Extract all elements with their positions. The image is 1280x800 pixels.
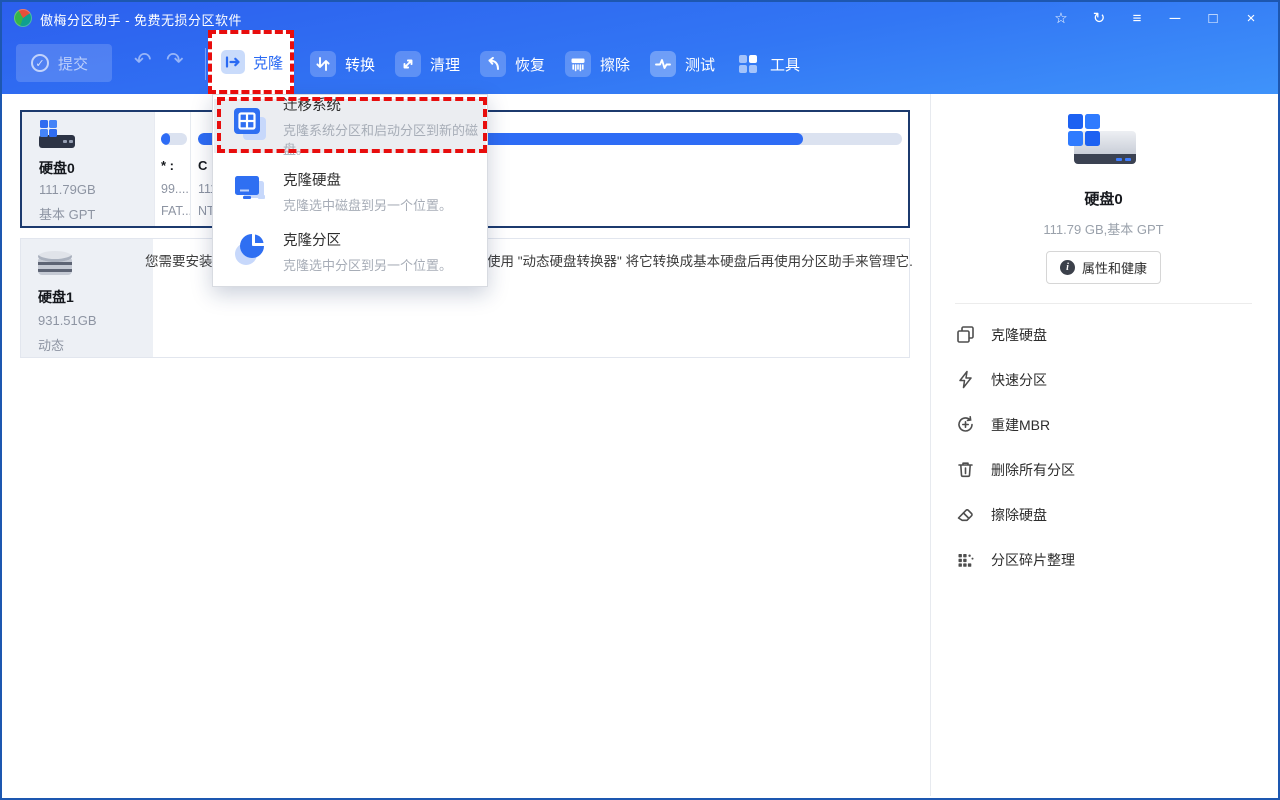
- info-icon: i: [1060, 260, 1075, 275]
- disk1-name: 硬盘1: [38, 287, 74, 307]
- partition-block[interactable]: * : 99.... FAT...: [154, 112, 190, 226]
- toolbar-clone-label: 克隆: [253, 52, 283, 73]
- erase-icon: [565, 51, 591, 77]
- menu-item-desc: 克隆选中分区到另一个位置。: [283, 255, 452, 274]
- delete-partitions-icon: [955, 460, 975, 480]
- convert-icon: [310, 51, 336, 77]
- sidebar-item-delete-all-partitions[interactable]: 删除所有分区: [955, 447, 1252, 492]
- toolbar-tools-label: 工具: [770, 54, 800, 75]
- menu-item-title: 迁移系统: [283, 94, 486, 115]
- sidebar-item-label: 克隆硬盘: [991, 325, 1047, 345]
- toolbar-recover-label: 恢复: [515, 54, 545, 75]
- sidebar: 硬盘0 111.79 GB,基本 GPT i 属性和健康 克隆硬盘: [930, 94, 1276, 796]
- disk0-type: 基本 GPT: [39, 204, 95, 223]
- disk0-info-block[interactable]: 硬盘0 111.79GB 基本 GPT: [22, 112, 154, 226]
- properties-health-button[interactable]: i 属性和健康: [1046, 251, 1161, 284]
- sidebar-item-rebuild-mbr[interactable]: 重建MBR: [955, 402, 1252, 447]
- toolbar-test-label: 测试: [685, 54, 715, 75]
- sidebar-item-quick-partition[interactable]: 快速分区: [955, 357, 1252, 402]
- submit-button[interactable]: ✓ 提交: [16, 44, 112, 82]
- menu-icon[interactable]: ≡: [1118, 6, 1156, 30]
- clone-disk-icon: [955, 325, 975, 345]
- recover-icon: [480, 51, 506, 77]
- disk0-name: 硬盘0: [39, 158, 75, 178]
- toolbar-clone-button[interactable]: 克隆: [208, 30, 294, 94]
- toolbar-cleanup-button[interactable]: 清理: [395, 49, 460, 79]
- clone-arrow-icon: [221, 50, 245, 74]
- menu-item-desc: 克隆选中磁盘到另一个位置。: [283, 195, 452, 214]
- window-controls: ☆ ↻ ≡ ─ □ ×: [1042, 6, 1270, 30]
- rebuild-mbr-icon: [955, 415, 975, 435]
- toolbar-test-button[interactable]: 测试: [650, 49, 715, 79]
- menu-item-clone-disk[interactable]: 克隆硬盘 克隆选中磁盘到另一个位置。: [214, 163, 486, 219]
- test-icon: [650, 51, 676, 77]
- sidebar-item-defrag[interactable]: 分区碎片整理: [955, 537, 1252, 582]
- migrate-system-icon: [232, 106, 268, 147]
- sidebar-item-wipe-disk[interactable]: 擦除硬盘: [955, 492, 1252, 537]
- partition-size: 99....: [161, 182, 189, 196]
- dynamic-disk-icon: [38, 251, 72, 277]
- app-window: 傲梅分区助手 - 免费无损分区软件 ☆ ↻ ≡ ─ □ × ✓ 提交 ↶ ↷ 转…: [0, 0, 1280, 800]
- check-circle-icon: ✓: [31, 54, 49, 72]
- sidebar-item-clone-disk[interactable]: 克隆硬盘: [955, 312, 1252, 357]
- window-title: 傲梅分区助手 - 免费无损分区软件: [40, 10, 242, 29]
- maximize-icon[interactable]: □: [1194, 6, 1232, 30]
- toolbar-erase-label: 擦除: [600, 54, 630, 75]
- app-logo-icon: [14, 9, 32, 27]
- redo-icon[interactable]: ↷: [166, 48, 184, 73]
- sidebar-item-label: 分区碎片整理: [991, 550, 1075, 570]
- sidebar-disk-name: 硬盘0: [931, 188, 1276, 209]
- close-icon[interactable]: ×: [1232, 6, 1270, 30]
- partition-label: * :: [161, 158, 174, 173]
- clone-partition-icon: [232, 231, 268, 272]
- partition-usage-bar: [161, 133, 187, 145]
- toolbar-erase-button[interactable]: 擦除: [565, 49, 630, 79]
- disk0-size: 111.79GB: [39, 182, 96, 197]
- clone-dropdown-menu: 迁移系统 克隆系统分区和启动分区到新的磁盘。 克隆硬盘 克隆选中磁盘到另一个位置…: [212, 94, 488, 287]
- properties-health-label: 属性和健康: [1082, 258, 1147, 277]
- toolbar-convert-label: 转换: [345, 54, 375, 75]
- tools-icon: [735, 51, 761, 77]
- favorite-icon[interactable]: ☆: [1042, 6, 1080, 30]
- disk1-size: 931.51GB: [38, 313, 97, 328]
- menu-item-clone-partition[interactable]: 克隆分区 克隆选中分区到另一个位置。: [214, 223, 486, 279]
- defrag-icon: [955, 550, 975, 570]
- undo-icon[interactable]: ↶: [134, 48, 152, 73]
- sidebar-item-label: 重建MBR: [991, 415, 1050, 435]
- toolbar-recover-button[interactable]: 恢复: [480, 49, 545, 79]
- menu-item-migrate-system[interactable]: 迁移系统 克隆系统分区和启动分区到新的磁盘。: [214, 99, 486, 153]
- menu-item-title: 克隆分区: [283, 229, 452, 250]
- toolbar-divider: [205, 48, 206, 80]
- submit-label: 提交: [58, 53, 88, 74]
- toolbar-cleanup-label: 清理: [430, 54, 460, 75]
- sidebar-disk-info: 111.79 GB,基本 GPT: [931, 219, 1276, 238]
- partition-filesystem: FAT...: [161, 204, 192, 218]
- disk1-info-block[interactable]: 硬盘1 931.51GB 动态: [21, 239, 153, 357]
- selected-disk-icon: [1068, 114, 1140, 172]
- update-icon[interactable]: ↻: [1080, 6, 1118, 30]
- menu-item-title: 克隆硬盘: [283, 169, 452, 190]
- sidebar-item-label: 删除所有分区: [991, 460, 1075, 480]
- toolbar-tools-button[interactable]: 工具: [735, 49, 800, 79]
- wipe-disk-icon: [955, 505, 975, 525]
- sidebar-item-label: 快速分区: [991, 370, 1047, 390]
- sidebar-item-label: 擦除硬盘: [991, 505, 1047, 525]
- cleanup-icon: [395, 51, 421, 77]
- disk1-type: 动态: [38, 335, 64, 354]
- disk-icon: [39, 120, 77, 152]
- toolbar-convert-button[interactable]: 转换: [310, 49, 375, 79]
- dynamic-disk-message-left: 您需要安装: [145, 250, 213, 270]
- dynamic-disk-message-right: 使用 "动态硬盘转换器" 将它转换成基本硬盘后再使用分区助手来管理它.: [487, 250, 913, 270]
- header: 傲梅分区助手 - 免费无损分区软件 ☆ ↻ ≡ ─ □ × ✓ 提交 ↶ ↷ 转…: [2, 2, 1278, 94]
- minimize-icon[interactable]: ─: [1156, 6, 1194, 30]
- clone-disk-icon: [232, 171, 268, 212]
- menu-item-desc: 克隆系统分区和启动分区到新的磁盘。: [283, 120, 486, 158]
- quick-partition-icon: [955, 370, 975, 390]
